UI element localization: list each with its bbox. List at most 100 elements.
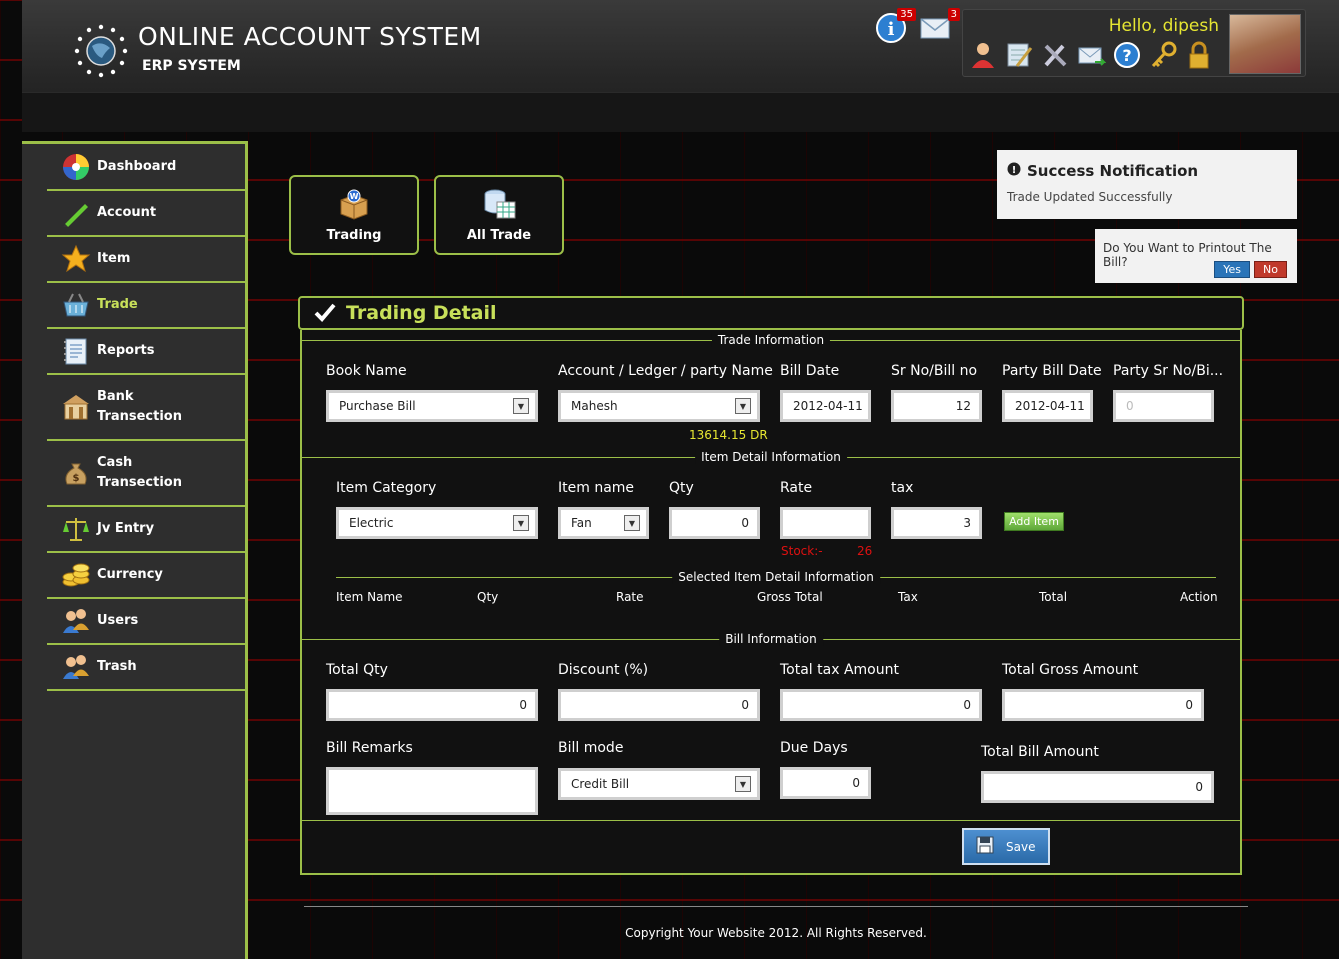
color-wheel-icon: [61, 152, 91, 182]
confirm-buttons: Yes No: [1214, 261, 1287, 278]
help-icon[interactable]: ?: [1113, 40, 1142, 70]
bill-date-input[interactable]: 2012-04-11: [780, 390, 871, 422]
sidebar-item-account[interactable]: Account: [47, 191, 245, 237]
info-icon: !: [1007, 162, 1021, 180]
database-table-icon: [481, 188, 517, 220]
chevron-down-icon: ▼: [735, 776, 751, 792]
sidebar-item-label: Cash Transection: [97, 453, 182, 493]
due-days-input[interactable]: 0: [780, 767, 871, 799]
bill-mode-select[interactable]: Credit Bill ▼: [558, 768, 760, 800]
sidebar-item-label: Bank Transection: [97, 387, 182, 427]
sidebar-item-jv-entry[interactable]: Jv Entry: [47, 507, 245, 553]
discount-input[interactable]: 0: [558, 689, 760, 721]
sidebar-item-users[interactable]: Users: [47, 599, 245, 645]
tax-label: tax: [891, 480, 914, 496]
book-name-value: Purchase Bill: [339, 399, 416, 413]
sidebar-item-reports[interactable]: Reports: [47, 329, 245, 375]
col-action: Action: [1180, 590, 1218, 604]
item-name-value: Fan: [571, 516, 592, 530]
chevron-down-icon: ▼: [513, 515, 529, 531]
profile-icon[interactable]: [969, 40, 998, 70]
all-trade-button[interactable]: All Trade: [434, 175, 564, 255]
col-rate: Rate: [616, 590, 644, 604]
total-gross-input[interactable]: 0: [1002, 689, 1204, 721]
bill-info-legend: Bill Information: [719, 632, 823, 646]
edit-sheet-icon[interactable]: [1005, 40, 1034, 70]
item-info-legend: Item Detail Information: [695, 450, 847, 464]
tax-input[interactable]: 3: [891, 507, 982, 539]
info-notification-icon[interactable]: i 35: [874, 8, 916, 44]
lock-icon[interactable]: [1185, 40, 1214, 70]
bill-remarks-textarea[interactable]: [326, 767, 538, 815]
total-bill-input[interactable]: 0: [981, 771, 1214, 803]
total-tax-input[interactable]: 0: [780, 689, 982, 721]
item-name-label: Item name: [558, 480, 635, 496]
sr-no-input[interactable]: 12: [891, 390, 982, 422]
all-trade-button-label: All Trade: [466, 228, 532, 243]
sidebar-item-cash[interactable]: $ Cash Transection: [47, 441, 245, 507]
add-item-button[interactable]: Add Item: [1004, 512, 1064, 531]
sidebar-item-label-line2: Transection: [97, 409, 182, 424]
total-qty-input[interactable]: 0: [326, 689, 538, 721]
sidebar-item-trade[interactable]: Trade: [47, 283, 245, 329]
send-mail-icon[interactable]: [1077, 40, 1107, 70]
no-button[interactable]: No: [1254, 261, 1287, 278]
bill-remarks-label: Bill Remarks: [326, 740, 413, 756]
globe-logo-icon: [72, 22, 130, 80]
book-name-label: Book Name: [326, 363, 407, 379]
footer-divider: [304, 906, 1248, 907]
book-name-select[interactable]: Purchase Bill ▼: [326, 390, 538, 422]
party-bill-date-input[interactable]: 2012-04-11: [1002, 390, 1093, 422]
total-bill-label: Total Bill Amount: [981, 744, 1099, 760]
sidebar-item-dashboard[interactable]: Dashboard: [47, 145, 245, 191]
sidebar-item-label: Item: [97, 251, 131, 266]
trading-button-label: Trading: [326, 228, 382, 243]
save-button-label: Save: [1006, 839, 1036, 854]
avatar[interactable]: [1229, 14, 1301, 74]
item-category-select[interactable]: Electric ▼: [336, 507, 538, 539]
account-balance: 13614.15 DR: [689, 428, 768, 442]
panel-title: Trading Detail: [346, 302, 497, 324]
user-toolbar: ?: [969, 40, 1214, 70]
trade-info-legend: Trade Information: [711, 333, 831, 347]
sidebar-item-item[interactable]: Item: [47, 237, 245, 283]
bill-date-label: Bill Date: [780, 363, 840, 379]
sidebar-item-bank[interactable]: Bank Transection: [47, 375, 245, 441]
col-item-name: Item Name: [336, 590, 403, 604]
svg-text:?: ?: [1122, 46, 1131, 65]
party-sr-input[interactable]: 0: [1113, 390, 1214, 422]
success-notification: ! Success Notification Trade Updated Suc…: [997, 150, 1297, 219]
mail-notification-icon[interactable]: 3: [918, 8, 960, 44]
svg-text:i: i: [888, 19, 895, 40]
svg-text:$: $: [73, 473, 80, 484]
account-select[interactable]: Mahesh ▼: [558, 390, 760, 422]
sidebar-item-label-line1: Cash: [97, 455, 133, 470]
print-confirm-dialog: Do You Want to Printout The Bill? Yes No: [1095, 229, 1297, 283]
app-title: ONLINE ACCOUNT SYSTEM: [138, 22, 482, 51]
qty-input[interactable]: 0: [669, 507, 760, 539]
bill-mode-label: Bill mode: [558, 740, 624, 756]
rate-label: Rate: [780, 480, 813, 496]
total-gross-label: Total Gross Amount: [1002, 662, 1139, 678]
discount-label: Discount (%): [558, 662, 649, 678]
sidebar-item-trash[interactable]: Trash: [47, 645, 245, 691]
sidebar-item-label: Reports: [97, 343, 155, 358]
qty-label: Qty: [669, 480, 694, 496]
stock-label: Stock:-: [781, 544, 823, 558]
notification-title-text: Success Notification: [1027, 162, 1199, 180]
checkmark-icon: [314, 302, 336, 325]
trading-button[interactable]: W Trading: [289, 175, 419, 255]
yes-button[interactable]: Yes: [1214, 261, 1251, 278]
sidebar-item-label-line2: Transection: [97, 475, 182, 490]
save-button[interactable]: Save: [962, 828, 1050, 865]
sidebar-item-currency[interactable]: Currency: [47, 553, 245, 599]
item-name-select[interactable]: Fan ▼: [558, 507, 649, 539]
sidebar-item-label: Account: [97, 205, 157, 220]
rate-input[interactable]: [780, 507, 871, 539]
sidebar-item-label: Trade: [97, 297, 138, 312]
bank-icon: [61, 392, 91, 422]
key-icon[interactable]: [1149, 40, 1178, 70]
sidebar-top-border: [22, 141, 248, 144]
col-qty: Qty: [477, 590, 499, 604]
tools-icon[interactable]: [1041, 40, 1070, 70]
